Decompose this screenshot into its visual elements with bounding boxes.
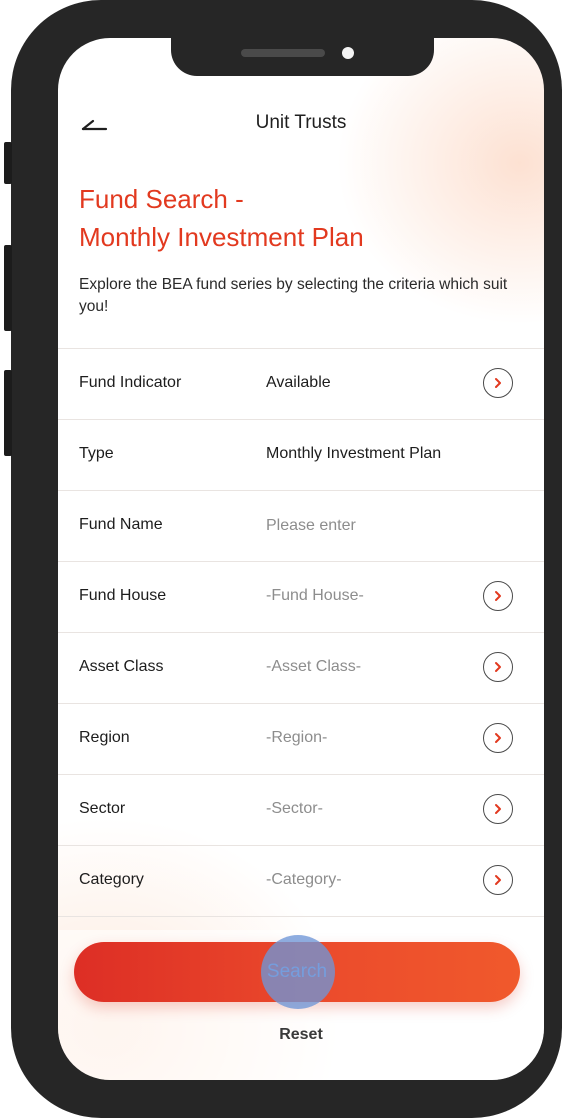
volume-up-button xyxy=(4,245,12,331)
front-camera xyxy=(342,47,354,59)
chevron-right-icon[interactable] xyxy=(483,652,513,682)
criteria-row-sector[interactable]: Sector -Sector- xyxy=(58,774,544,845)
phone-screen: Unit Trusts Fund Search - Monthly Invest… xyxy=(58,38,544,1080)
app-header: Unit Trusts xyxy=(58,100,544,146)
chevron-right-icon[interactable] xyxy=(483,581,513,611)
criteria-value: -Sector- xyxy=(266,800,323,817)
fund-name-input[interactable] xyxy=(266,516,486,536)
criteria-label: Fund Indicator xyxy=(79,374,182,391)
chevron-right-icon[interactable] xyxy=(483,723,513,753)
chevron-right-icon[interactable] xyxy=(483,368,513,398)
criteria-row-fund-house[interactable]: Fund House -Fund House- xyxy=(58,561,544,632)
criteria-value: -Fund House- xyxy=(266,587,364,604)
criteria-label: Fund Name xyxy=(79,516,163,533)
criteria-label: Category xyxy=(79,871,144,888)
criteria-label: Sector xyxy=(79,800,126,817)
criteria-label: Type xyxy=(79,445,114,462)
criteria-row-category[interactable]: Category -Category- xyxy=(58,845,544,917)
criteria-row-asset-class[interactable]: Asset Class -Asset Class- xyxy=(58,632,544,703)
criteria-value: -Region- xyxy=(266,729,328,746)
chevron-right-icon[interactable] xyxy=(483,865,513,895)
page-title: Unit Trusts xyxy=(255,112,347,133)
intro-text: Explore the BEA fund series by selecting… xyxy=(79,276,508,315)
chevron-right-icon[interactable] xyxy=(483,794,513,824)
volume-down-button xyxy=(4,370,12,456)
search-button[interactable]: Search xyxy=(74,942,520,1002)
criteria-value: Available xyxy=(266,374,331,391)
search-button-label: Search xyxy=(266,961,328,982)
silent-switch xyxy=(4,142,12,184)
criteria-row-fund-indicator[interactable]: Fund Indicator Available xyxy=(58,348,544,419)
criteria-row-type: Type Monthly Investment Plan xyxy=(58,419,544,490)
fund-search-headline: Fund Search - Monthly Investment Plan xyxy=(79,180,364,256)
headline-line-1: Fund Search - xyxy=(79,184,244,214)
headline-line-2: Monthly Investment Plan xyxy=(79,222,364,252)
criteria-value: Monthly Investment Plan xyxy=(266,445,442,462)
speaker-grille xyxy=(241,49,325,57)
criteria-row-fund-name[interactable]: Fund Name xyxy=(58,490,544,561)
criteria-label: Fund House xyxy=(79,587,167,604)
reset-button[interactable]: Reset xyxy=(58,1026,544,1044)
criteria-row-region[interactable]: Region -Region- xyxy=(58,703,544,774)
criteria-label: Asset Class xyxy=(79,658,164,675)
criteria-list: Fund Indicator Available Type Monthly In… xyxy=(58,348,544,917)
phone-notch xyxy=(171,38,434,76)
phone-frame: Unit Trusts Fund Search - Monthly Invest… xyxy=(11,0,562,1118)
criteria-value: -Asset Class- xyxy=(266,658,362,675)
criteria-label: Region xyxy=(79,729,130,746)
criteria-value: -Category- xyxy=(266,871,342,888)
